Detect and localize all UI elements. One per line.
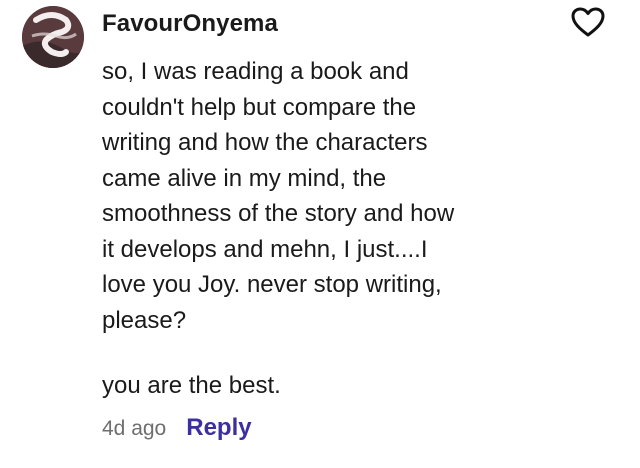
comment-body-line: please? <box>102 306 187 334</box>
comment-item: FavourOnyema so, I was reading a book an… <box>0 0 640 468</box>
comment-body-line: writing and how the characters <box>102 129 428 156</box>
comment-body-line: smoothness of the story and how <box>102 200 455 227</box>
reply-button[interactable]: Reply <box>186 414 251 442</box>
like-button[interactable] <box>566 4 610 44</box>
timestamp: 4d ago <box>102 417 167 440</box>
avatar[interactable] <box>22 6 84 68</box>
comment-body-line: it develops and mehn, I just....I <box>102 235 428 263</box>
comment-body-line: so, I was reading a book and <box>102 58 409 85</box>
comment-username[interactable]: FavourOnyema <box>102 10 278 38</box>
comment-meta: 4d ago Reply <box>102 414 252 442</box>
comment-body-line: came alive in my mind, the <box>102 164 387 192</box>
heart-outline-icon <box>570 6 606 43</box>
comment-body-line: love you Joy. never stop writing, <box>102 271 442 298</box>
comment-body: so, I was reading a book and couldn't he… <box>102 54 522 338</box>
comment-body-line: couldn't help but compare the <box>102 93 417 121</box>
comment-signoff: you are the best. <box>102 372 281 399</box>
